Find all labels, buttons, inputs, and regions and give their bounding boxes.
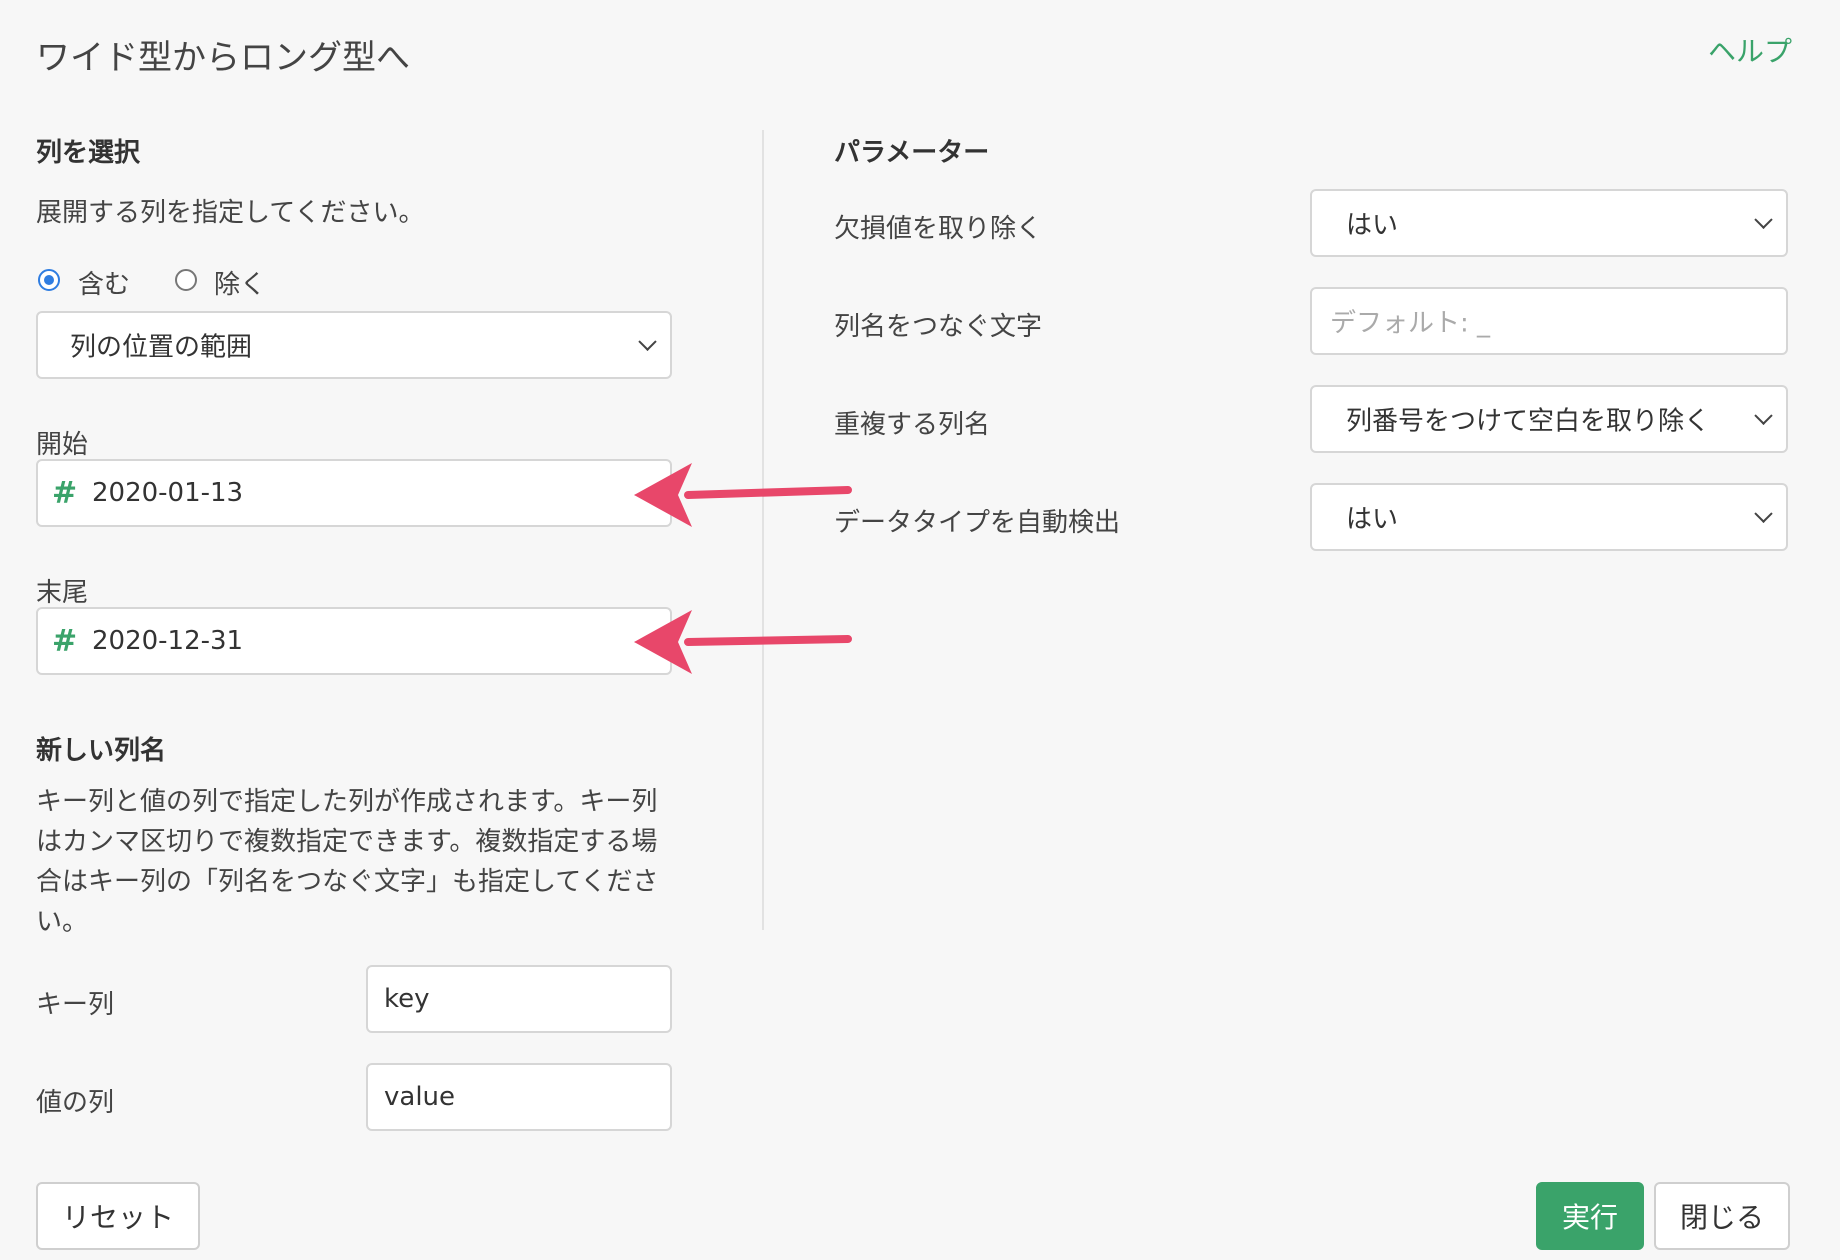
separator-input[interactable]: デフォルト: _ <box>1310 287 1788 355</box>
start-label: 開始 <box>36 430 89 460</box>
param-label-separator: 列名をつなぐ文字 <box>834 312 1043 342</box>
hash-icon: # <box>52 623 78 659</box>
column-range-select-value: 列の位置の範囲 <box>70 332 253 363</box>
auto-detect-type-select[interactable]: はい <box>1310 483 1788 551</box>
end-input-value: 2020-12-31 <box>92 626 244 656</box>
new-columns-heading: 新しい列名 <box>36 736 167 766</box>
dialog-title: ワイド型からロング型へ <box>36 38 410 78</box>
select-columns-instruction: 展開する列を指定してください。 <box>36 198 425 228</box>
key-column-input-value: key <box>384 984 430 1014</box>
param-label-duplicate-names: 重複する列名 <box>834 410 991 440</box>
auto-detect-type-select-value: はい <box>1346 504 1399 535</box>
param-label-remove-na: 欠損値を取り除く <box>834 214 1043 244</box>
chevron-down-icon <box>1754 210 1773 229</box>
close-button[interactable]: 閉じる <box>1654 1182 1790 1250</box>
separator-input-placeholder: デフォルト: _ <box>1330 308 1491 339</box>
exclude-radio[interactable] <box>175 269 197 291</box>
param-label-auto-detect-type: データタイプを自動検出 <box>834 508 1121 538</box>
start-input-value: 2020-01-13 <box>92 478 244 508</box>
end-input[interactable]: # 2020-12-31 <box>36 607 672 675</box>
run-button[interactable]: 実行 <box>1536 1182 1644 1250</box>
column-divider <box>762 130 764 930</box>
value-column-input[interactable]: value <box>366 1063 672 1131</box>
chevron-down-icon <box>1754 504 1773 523</box>
start-input[interactable]: # 2020-01-13 <box>36 459 672 527</box>
parameters-heading: パラメーター <box>834 138 990 168</box>
exclude-radio-label: 除く <box>214 270 267 300</box>
remove-na-select-value: はい <box>1346 210 1399 241</box>
column-range-select[interactable]: 列の位置の範囲 <box>36 311 672 379</box>
reset-button[interactable]: リセット <box>36 1182 200 1250</box>
value-column-input-value: value <box>384 1082 456 1112</box>
include-radio-label: 含む <box>78 270 131 300</box>
include-radio[interactable] <box>38 269 60 291</box>
hash-icon: # <box>52 475 78 511</box>
duplicate-names-select[interactable]: 列番号をつけて空白を取り除く <box>1310 385 1788 453</box>
duplicate-names-select-value: 列番号をつけて空白を取り除く <box>1346 406 1711 437</box>
chevron-down-icon <box>638 332 657 351</box>
end-label: 末尾 <box>36 578 89 608</box>
select-columns-heading: 列を選択 <box>36 138 141 168</box>
key-column-label: キー列 <box>36 990 115 1020</box>
help-link[interactable]: ヘルプ <box>1708 30 1792 70</box>
new-columns-description: キー列と値の列で指定した列が作成されます。キー列はカンマ区切りで複数指定できます… <box>36 787 659 937</box>
key-column-input[interactable]: key <box>366 965 672 1033</box>
chevron-down-icon <box>1754 406 1773 425</box>
value-column-label: 値の列 <box>36 1088 115 1118</box>
remove-na-select[interactable]: はい <box>1310 189 1788 257</box>
